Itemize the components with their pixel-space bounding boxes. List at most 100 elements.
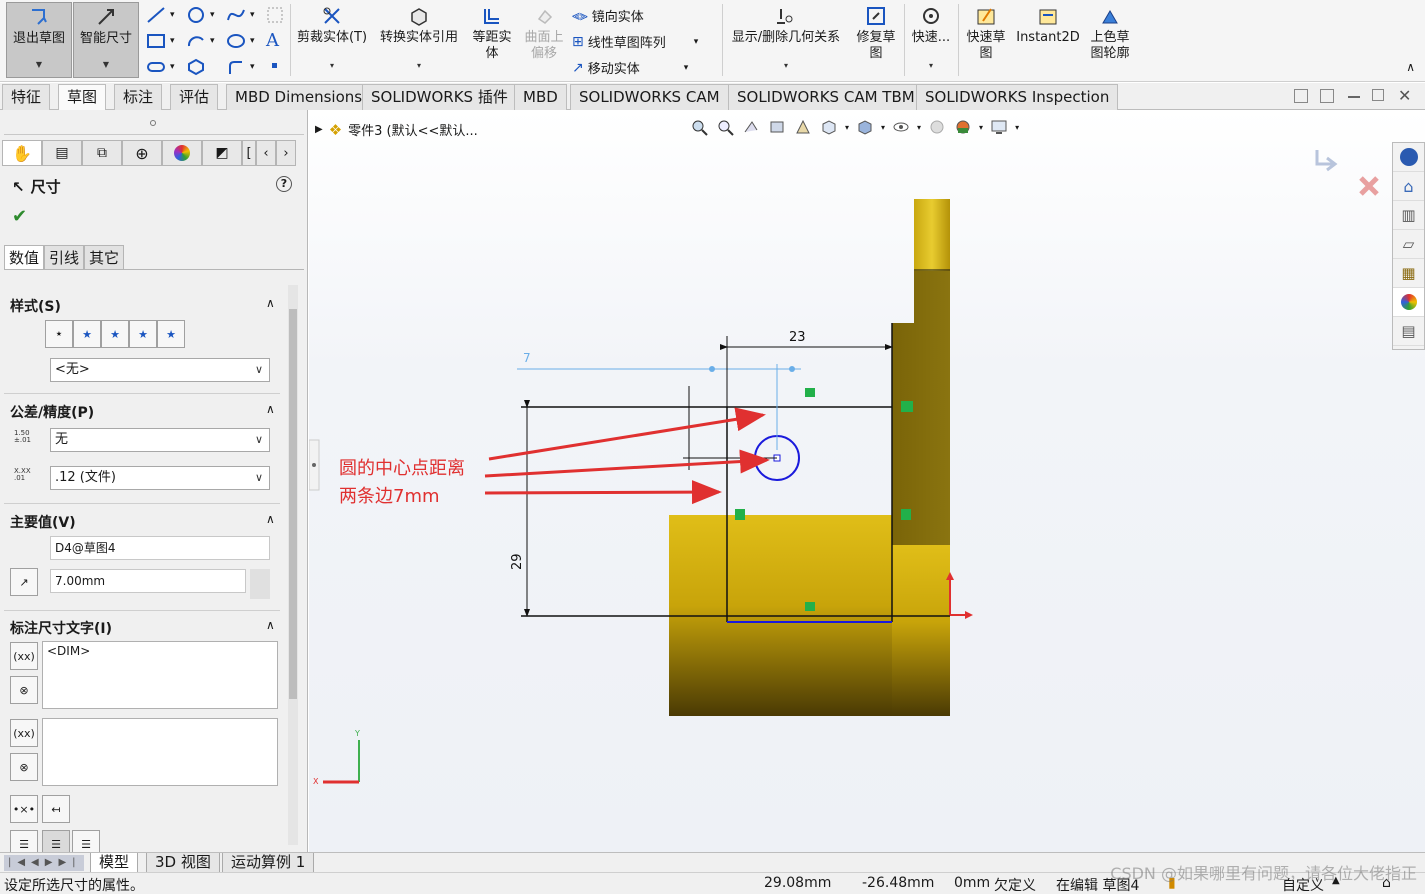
dimension-text-above[interactable]: <DIM> (42, 641, 278, 709)
dimension-text-section-header[interactable]: 标注尺寸文字(I) (10, 618, 112, 638)
mirror-entities-button[interactable]: ⫷⫸ 镜向实体 (572, 6, 644, 26)
fillet-tool[interactable]: ▾ (226, 58, 255, 76)
rapid-sketch-button[interactable]: 快速草 图 (962, 2, 1010, 78)
tile-right-icon[interactable] (1320, 89, 1334, 103)
collapse-caret-icon[interactable]: ∧ (266, 512, 275, 526)
convert-entities-button[interactable]: 转换实体引用 ▾ (374, 2, 464, 78)
add-parentheses-button[interactable]: •×• (10, 795, 38, 823)
collapse-caret-icon[interactable]: ∧ (266, 402, 275, 416)
delete-style-button[interactable]: ★ (101, 320, 129, 348)
dimxpert-tab[interactable]: ✋ (2, 140, 42, 166)
rectangle-tool[interactable]: ▾ (146, 32, 175, 50)
dimension-value-field[interactable]: 7.00mm (50, 569, 246, 593)
scrollbar-thumb[interactable] (289, 309, 297, 699)
dim-7-label[interactable]: 7 (523, 351, 531, 365)
insert-dim-below-button[interactable]: (xx) (10, 719, 38, 747)
center-dimension-button[interactable]: ↤ (42, 795, 70, 823)
reverse-direction-button[interactable]: ↗ (10, 568, 38, 596)
quick-snaps-button[interactable]: 快速... ▾ (908, 2, 954, 78)
point-tool[interactable] (270, 60, 280, 72)
tab-markup[interactable]: 标注 (114, 84, 163, 110)
circle-tool[interactable]: ▾ (186, 6, 215, 24)
cam-manager-tab[interactable]: ◩ (202, 140, 242, 166)
smart-dimension-button[interactable]: 智能尺寸 ▼ (73, 2, 139, 78)
exit-sketch-button[interactable]: 退出草图 ▼ (6, 2, 72, 78)
instant2d-button[interactable]: Instant2D (1014, 2, 1082, 78)
tab-solidworks-inspection[interactable]: SOLIDWORKS Inspection (916, 84, 1119, 110)
repair-sketch-button[interactable]: 修复草 图 (850, 2, 902, 78)
help-icon[interactable]: ? (276, 176, 292, 192)
minimize-icon[interactable] (1348, 96, 1360, 98)
arc-tool[interactable]: ▾ (186, 32, 215, 50)
tab-features[interactable]: 特征 (2, 84, 51, 110)
panel-splitter-dot[interactable] (150, 120, 156, 126)
tab-3d-views[interactable]: 3D 视图 (146, 853, 220, 873)
tile-left-icon[interactable] (1294, 89, 1308, 103)
remove-dim-button[interactable]: ⊗ (10, 676, 38, 704)
tolerance-type-select[interactable]: 无 ∨ (50, 428, 270, 452)
tab-mbd[interactable]: MBD (514, 84, 567, 110)
display-relations-button[interactable]: 显示/删除几何关系 ▾ (726, 2, 846, 78)
align-center-button[interactable]: ☰ (42, 830, 70, 852)
chevron-down-icon[interactable]: ▾ (929, 58, 933, 74)
text-tool[interactable]: A (266, 30, 279, 51)
linear-pattern-button[interactable]: ⊞ 线性草图阵列 ▾ (572, 32, 698, 52)
dim-29-label[interactable]: 29 (510, 553, 525, 570)
offset-entities-button[interactable]: 等距实 体 (468, 2, 516, 78)
displaymanager-tab[interactable] (162, 140, 202, 166)
collapse-caret-icon[interactable]: ∧ (266, 618, 275, 632)
offset-on-surface-button[interactable]: 曲面上 偏移 (520, 2, 568, 78)
dimxpertmanager-tab[interactable]: ⊕ (122, 140, 162, 166)
style-section-header[interactable]: 样式(S) (10, 296, 61, 316)
trim-entities-button[interactable]: 剪裁实体(T) ▾ (294, 2, 370, 78)
tab-sketch[interactable]: 草图 (58, 84, 107, 110)
value-spinner[interactable] (250, 569, 270, 599)
tab-other[interactable]: 其它 (84, 245, 125, 270)
close-icon[interactable]: ✕ (1398, 86, 1411, 105)
slot-tool[interactable]: ▾ (146, 58, 175, 76)
tab-solidworks-cam-tbm[interactable]: SOLIDWORKS CAM TBM (728, 84, 924, 110)
chevron-down-icon[interactable]: ▼ (103, 57, 109, 73)
ellipse-tool[interactable]: ▾ (226, 32, 255, 50)
ok-check-icon[interactable]: ✔ (12, 206, 27, 227)
tab-solidworks-cam[interactable]: SOLIDWORKS CAM (570, 84, 729, 110)
chevron-down-icon[interactable]: ▾ (330, 58, 334, 74)
align-right-button[interactable]: ☰ (72, 830, 100, 852)
propertymanager-tab[interactable]: ▤ (42, 140, 82, 166)
tab-model[interactable]: 模型 (90, 853, 139, 873)
line-tool[interactable]: ▾ (146, 6, 175, 24)
polygon-tool[interactable] (186, 58, 206, 76)
insert-dim-button[interactable]: (xx) (10, 642, 38, 670)
chevron-down-icon[interactable]: ▾ (784, 58, 788, 74)
restore-icon[interactable] (1372, 89, 1384, 101)
dim-23-label[interactable]: 23 (789, 330, 806, 345)
tab-scroll-buttons[interactable]: |◀◀▶▶| (4, 855, 84, 871)
tab-evaluate[interactable]: 评估 (170, 84, 219, 110)
dimension-name-field[interactable]: D4@草图4 (50, 536, 270, 560)
chevron-down-icon[interactable]: ▼ (36, 57, 42, 73)
load-style-button[interactable]: ★ (157, 320, 185, 348)
remove-dim-below-button[interactable]: ⊗ (10, 753, 38, 781)
tab-mbd-dimensions[interactable]: MBD Dimensions (226, 84, 372, 110)
save-style-button[interactable]: ★ (129, 320, 157, 348)
scroll-tabs-right[interactable]: › (276, 140, 296, 166)
tab-leaders[interactable]: 引线 (44, 245, 85, 270)
model-viewport[interactable]: 7 23 29 Y X (309, 110, 1425, 852)
tab-motion-study[interactable]: 运动算例 1 (222, 853, 315, 873)
align-left-button[interactable]: ☰ (10, 830, 38, 852)
chevron-down-icon[interactable]: ▾ (417, 58, 421, 74)
scroll-tabs-left[interactable]: ‹ (256, 140, 276, 166)
precision-select[interactable]: .12 (文件) ∨ (50, 466, 270, 490)
graphics-area[interactable]: ▶ ❖ 零件3 (默认<<默认... ▾ ▾ ▾ ▾ ▾ ⌂ ▥ ▱ ▦ ▤ 7… (309, 110, 1425, 852)
move-entities-button[interactable]: ↗ 移动实体 ▾ (572, 58, 688, 78)
tolerance-section-header[interactable]: 公差/精度(P) (10, 402, 94, 422)
plane-tool[interactable] (266, 6, 284, 24)
dimension-text-below[interactable] (42, 718, 278, 786)
add-style-button[interactable]: ★ (73, 320, 101, 348)
shaded-sketch-contours-button[interactable]: 上色草 图轮廓 (1086, 2, 1134, 78)
configurationmanager-tab[interactable]: ⧉ (82, 140, 122, 166)
style-select[interactable]: <无> ∨ (50, 358, 270, 382)
tab-value[interactable]: 数值 (4, 245, 45, 270)
apply-default-style-button[interactable]: ⭑ (45, 320, 73, 348)
primary-value-section-header[interactable]: 主要值(V) (10, 512, 76, 532)
